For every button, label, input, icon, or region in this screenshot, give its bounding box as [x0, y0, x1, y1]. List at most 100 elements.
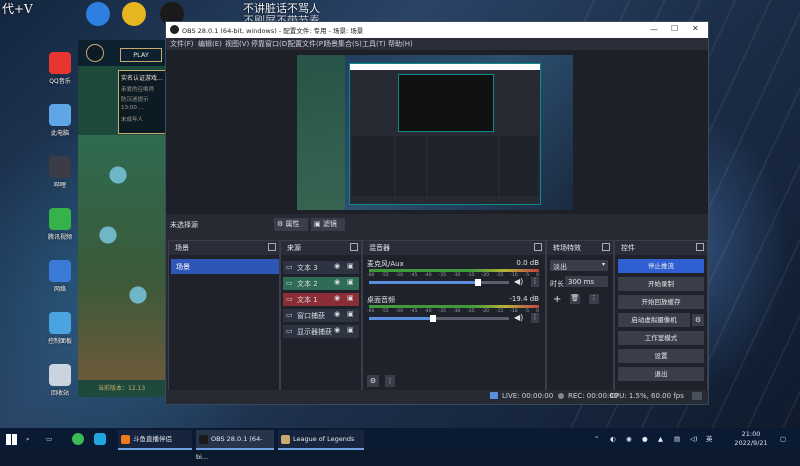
tray-app-icon[interactable]: ●: [642, 430, 648, 448]
start-recording-button[interactable]: 开始录制: [618, 277, 704, 291]
volume-icon[interactable]: ◁): [690, 430, 698, 448]
search-icon[interactable]: ⌕: [26, 430, 42, 448]
tray-app-icon[interactable]: ◉: [626, 430, 632, 448]
add-transition-icon[interactable]: +: [553, 294, 561, 305]
visibility-eye-icon[interactable]: ◉: [334, 294, 340, 302]
source-item[interactable]: ▭ 文本 3 ◉ ▣: [283, 261, 359, 274]
virtual-camera-settings-icon[interactable]: ⚙: [692, 314, 704, 326]
menu-item[interactable]: 文件(F): [170, 39, 194, 49]
properties-button[interactable]: ⚙ 属性: [274, 218, 308, 231]
maximize-icon[interactable]: ☐: [671, 24, 678, 33]
mixer-title: 混音器: [369, 244, 390, 252]
delete-transition-icon[interactable]: 🗑: [570, 294, 580, 304]
channel-name: 麦克风/Aux: [367, 260, 404, 268]
desktop-icon[interactable]: 回收站: [40, 364, 80, 397]
taskbar-app[interactable]: League of Legends: [278, 430, 364, 450]
volume-slider[interactable]: [369, 315, 509, 322]
channel-menu-icon[interactable]: ⋮: [531, 277, 539, 287]
mixer-menu-button[interactable]: ⋮: [385, 375, 395, 387]
undock-icon[interactable]: [534, 243, 542, 251]
app-icon: [49, 156, 71, 178]
pinned-green-icon[interactable]: [72, 433, 84, 445]
menu-item[interactable]: 场景集合(S): [324, 39, 362, 49]
source-item[interactable]: ▭ 窗口捕获 ◉ ▣: [283, 309, 359, 322]
meter-tick-label: -60: [367, 273, 375, 278]
taskbar-app[interactable]: 斗鱼直播伴侣: [118, 430, 192, 450]
transition-select[interactable]: 淡出 ▾: [550, 260, 608, 271]
league-launcher-window[interactable]: PLAY 实名认证游戏... 亲爱的召唤师 防沉迷提示 13:00 ... 未成…: [78, 40, 166, 397]
pinned-media-icon[interactable]: [94, 433, 106, 445]
speaker-icon[interactable]: ◀): [514, 277, 523, 286]
taskbar-app[interactable]: OBS 28.0.1 (64-bi...: [196, 430, 274, 461]
desktop-icon[interactable]: 网络: [40, 260, 80, 293]
lock-icon[interactable]: ▣: [347, 326, 354, 334]
volume-slider-knob[interactable]: [475, 279, 482, 286]
stream-preview[interactable]: [297, 55, 573, 210]
menu-item[interactable]: 配置文件(P): [288, 39, 326, 49]
visibility-eye-icon[interactable]: ◉: [334, 278, 340, 286]
undock-icon[interactable]: [696, 243, 704, 251]
live-icon: [490, 392, 498, 399]
chrome-icon[interactable]: [122, 2, 146, 26]
desktop-icon[interactable]: 腾讯视频: [40, 208, 80, 241]
menu-item[interactable]: 视图(V): [225, 39, 249, 49]
tray-app-icon[interactable]: ◐: [610, 430, 616, 448]
menu-item[interactable]: 停靠窗口(D): [251, 39, 290, 49]
start-virtual-camera-button[interactable]: 启动虚拟摄像机: [618, 313, 690, 327]
menu-item[interactable]: 帮助(H): [388, 39, 413, 49]
scene-item[interactable]: 场景: [171, 259, 279, 274]
visibility-eye-icon[interactable]: ◉: [334, 310, 340, 318]
lock-icon[interactable]: ▣: [347, 310, 354, 318]
tray-app-icon[interactable]: ▲: [658, 430, 663, 448]
no-source-label: 未选择源: [170, 221, 198, 229]
stop-streaming-button[interactable]: 停止推流: [618, 259, 704, 273]
close-icon[interactable]: ✕: [692, 24, 699, 33]
notification-icon[interactable]: ▢: [780, 430, 786, 448]
volume-slider-knob[interactable]: [430, 315, 437, 322]
input-language[interactable]: 英: [706, 430, 713, 448]
desktop-icon[interactable]: 此电脑: [40, 104, 80, 137]
undock-icon[interactable]: [350, 243, 358, 251]
source-type-icon: ▭: [286, 279, 293, 287]
volume-slider[interactable]: [369, 279, 509, 286]
undock-icon[interactable]: [268, 243, 276, 251]
lock-icon[interactable]: ▣: [347, 278, 354, 286]
ie-icon[interactable]: [86, 2, 110, 26]
notice-line: 亲爱的召唤师: [121, 87, 155, 93]
mixer-settings-button[interactable]: ⚙: [367, 375, 379, 387]
studio-mode-button[interactable]: 工作室模式: [618, 331, 704, 345]
visibility-eye-icon[interactable]: ◉: [334, 262, 340, 270]
start-button[interactable]: [6, 430, 22, 448]
source-item[interactable]: ▭ 显示器捕获 ◉ ▣: [283, 325, 359, 338]
transition-menu-icon[interactable]: ⋮: [589, 294, 599, 304]
app-icon: [49, 260, 71, 282]
minimize-icon[interactable]: —: [650, 25, 658, 34]
desktop-icon[interactable]: 哔哩: [40, 156, 80, 189]
channel-menu-icon[interactable]: ⋮: [531, 313, 539, 323]
lock-icon[interactable]: ▣: [347, 294, 354, 302]
obs-titlebar[interactable]: OBS 28.0.1 (64-bit, windows) - 配置文件: 专用 …: [166, 22, 708, 38]
filters-button[interactable]: ▣ 滤镜: [311, 218, 345, 231]
exit-button[interactable]: 退出: [618, 367, 704, 381]
play-button[interactable]: PLAY: [120, 48, 162, 62]
clock[interactable]: 21:00 2022/9/21: [728, 430, 774, 448]
desktop-icon-label: 控制面板: [47, 338, 72, 345]
channel-db: 0.0 dB: [516, 259, 539, 267]
duration-input[interactable]: 300 ms: [565, 276, 608, 287]
network-icon[interactable]: ▤: [674, 430, 680, 448]
start-replay-buffer-button[interactable]: 开始回放缓存: [618, 295, 704, 309]
source-item[interactable]: ▭ 文本 1 ◉ ▣: [283, 293, 359, 306]
desktop-icon[interactable]: QQ音乐: [40, 52, 80, 85]
lock-icon[interactable]: ▣: [347, 262, 354, 270]
source-item[interactable]: ▭ 文本 2 ◉ ▣: [283, 277, 359, 290]
settings-button[interactable]: 设置: [618, 349, 704, 363]
speaker-icon[interactable]: ◀): [514, 313, 523, 322]
task-view-icon[interactable]: ▭: [46, 430, 62, 448]
obs-window[interactable]: OBS 28.0.1 (64-bit, windows) - 配置文件: 专用 …: [165, 21, 709, 405]
tray-chevron-icon[interactable]: ⌃: [594, 430, 599, 448]
menu-item[interactable]: 工具(T): [362, 39, 386, 49]
undock-icon[interactable]: [602, 243, 610, 251]
desktop-icon[interactable]: 控制面板: [40, 312, 80, 345]
menu-item[interactable]: 编辑(E): [198, 39, 222, 49]
visibility-eye-icon[interactable]: ◉: [334, 326, 340, 334]
